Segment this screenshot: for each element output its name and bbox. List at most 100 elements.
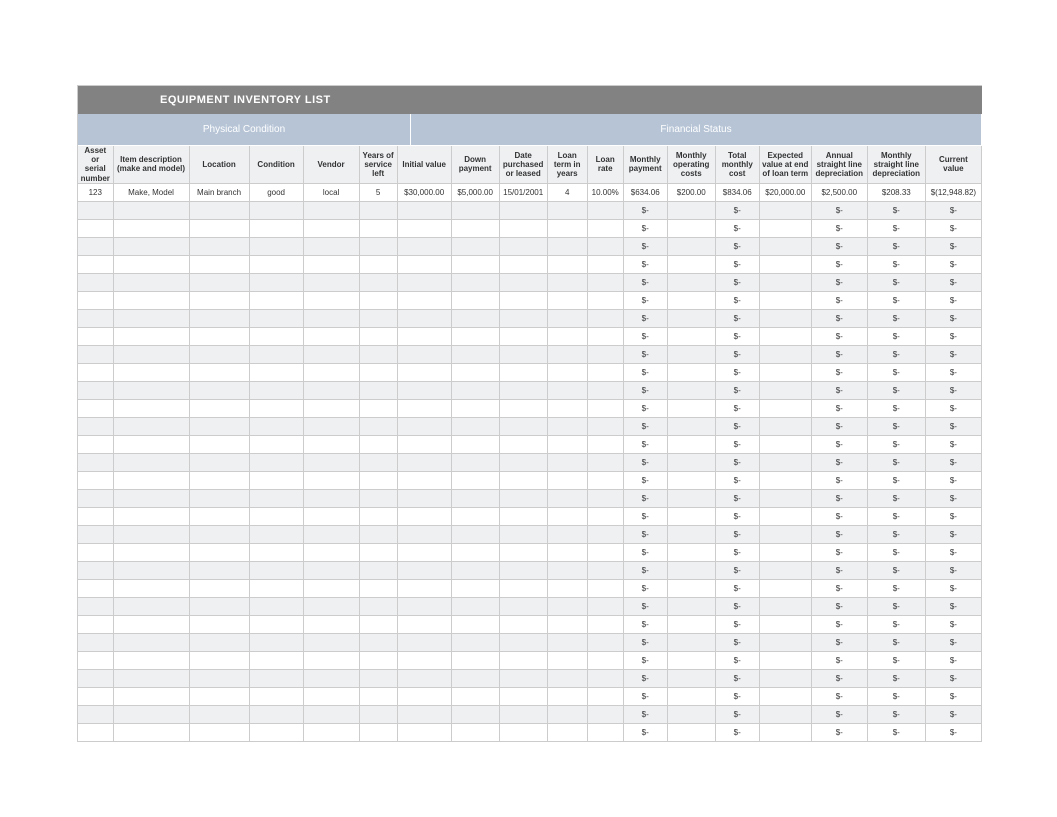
cell[interactable]: $- [867,219,925,237]
cell[interactable] [667,255,715,273]
cell[interactable]: $- [925,723,981,741]
cell[interactable] [249,417,303,435]
cell[interactable] [78,345,113,363]
cell[interactable]: $- [715,201,759,219]
cell[interactable]: $- [925,705,981,723]
cell[interactable] [547,237,587,255]
cell[interactable] [359,435,397,453]
cell[interactable] [249,705,303,723]
cell[interactable] [759,579,811,597]
cell[interactable] [587,435,623,453]
cell[interactable] [759,705,811,723]
cell[interactable] [189,633,249,651]
cell[interactable] [499,399,547,417]
cell[interactable]: $- [623,615,667,633]
cell[interactable] [397,327,451,345]
cell[interactable]: $- [867,291,925,309]
cell[interactable] [189,669,249,687]
cell[interactable] [113,255,189,273]
cell[interactable] [249,399,303,417]
cell[interactable] [78,687,113,705]
cell[interactable]: $- [867,273,925,291]
cell[interactable] [587,309,623,327]
cell[interactable]: $2,500.00 [811,183,867,201]
cell[interactable] [397,561,451,579]
cell[interactable] [78,291,113,309]
cell[interactable]: $- [867,309,925,327]
cell[interactable] [189,705,249,723]
cell[interactable] [249,633,303,651]
cell[interactable] [359,255,397,273]
cell[interactable] [249,291,303,309]
cell[interactable] [397,597,451,615]
cell[interactable] [397,201,451,219]
cell[interactable]: $- [623,291,667,309]
cell[interactable] [249,615,303,633]
cell[interactable] [759,255,811,273]
cell[interactable]: $- [623,309,667,327]
cell[interactable] [759,237,811,255]
cell[interactable]: $- [811,453,867,471]
cell[interactable]: $- [925,615,981,633]
cell[interactable] [667,363,715,381]
cell[interactable]: $- [867,489,925,507]
cell[interactable] [451,399,499,417]
cell[interactable]: $- [715,417,759,435]
cell[interactable] [499,273,547,291]
cell[interactable] [499,435,547,453]
cell[interactable]: $- [811,327,867,345]
cell[interactable]: $- [623,255,667,273]
cell[interactable] [359,219,397,237]
cell[interactable]: $- [623,705,667,723]
cell[interactable] [113,399,189,417]
cell[interactable]: $- [623,651,667,669]
cell[interactable]: $- [925,345,981,363]
cell[interactable] [547,291,587,309]
cell[interactable] [78,489,113,507]
cell[interactable] [499,291,547,309]
cell[interactable] [189,435,249,453]
cell[interactable] [303,327,359,345]
cell[interactable] [113,507,189,525]
cell[interactable] [667,219,715,237]
cell[interactable] [547,615,587,633]
cell[interactable]: $- [925,201,981,219]
cell[interactable] [587,525,623,543]
cell[interactable] [397,291,451,309]
cell[interactable]: $- [715,471,759,489]
cell[interactable] [249,723,303,741]
cell[interactable] [587,507,623,525]
cell[interactable] [667,561,715,579]
cell[interactable] [587,633,623,651]
cell[interactable] [667,669,715,687]
cell[interactable] [78,381,113,399]
cell[interactable] [113,543,189,561]
cell[interactable] [189,363,249,381]
cell[interactable]: $- [715,561,759,579]
cell[interactable] [303,651,359,669]
cell[interactable]: $- [623,597,667,615]
cell[interactable] [547,651,587,669]
cell[interactable]: $- [623,219,667,237]
cell[interactable] [359,597,397,615]
cell[interactable]: $- [811,255,867,273]
cell[interactable]: $- [811,597,867,615]
cell[interactable] [451,597,499,615]
cell[interactable]: $- [811,345,867,363]
cell[interactable] [113,381,189,399]
cell[interactable]: $- [867,507,925,525]
cell[interactable]: $- [925,381,981,399]
cell[interactable]: $- [867,381,925,399]
cell[interactable] [499,417,547,435]
cell[interactable] [451,561,499,579]
cell[interactable] [303,579,359,597]
cell[interactable] [499,579,547,597]
cell[interactable] [759,381,811,399]
cell[interactable]: $- [925,273,981,291]
cell[interactable] [397,399,451,417]
cell[interactable] [303,453,359,471]
cell[interactable] [667,309,715,327]
cell[interactable]: Main branch [189,183,249,201]
cell[interactable] [499,309,547,327]
cell[interactable] [78,651,113,669]
